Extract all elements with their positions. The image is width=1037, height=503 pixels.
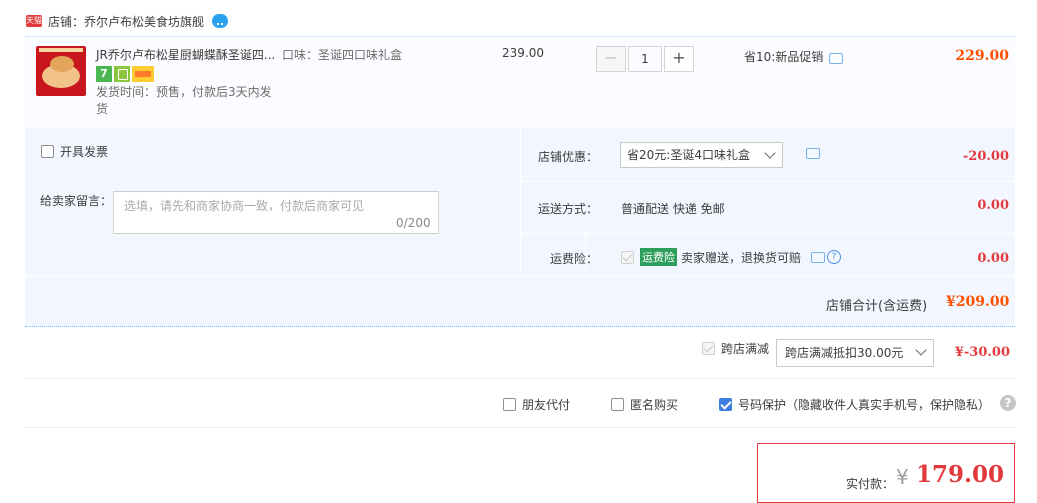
shop-discount-label: 店铺优惠：: [537, 150, 598, 164]
friend-pay-option[interactable]: 朋友代付: [503, 396, 570, 413]
insurance-amount: 0.00: [977, 251, 1009, 266]
cross-store-label: 跨店满减: [721, 342, 770, 356]
memo-label: 给卖家留言：: [40, 194, 113, 208]
message-icon[interactable]: [806, 148, 820, 159]
message-icon[interactable]: [829, 53, 844, 64]
cross-store-value: 跨店满减抵扣30.00元: [785, 346, 904, 360]
insurance-checkbox: [621, 250, 634, 264]
promo-text: 省10:新品促销: [744, 50, 824, 64]
insurance-text: 卖家赠送，退换货可赔: [681, 250, 802, 265]
ship-time: 发货时间：预售，付款后3天内发货: [96, 85, 272, 116]
cross-store-amount: ¥-30.00: [954, 345, 1010, 360]
invoice-label: 开具发票: [60, 145, 109, 159]
insurance-info: 运费险 卖家赠送，退换货可赔 ?: [621, 248, 842, 266]
insurance-label: 运费险：: [549, 252, 598, 266]
invoice-checkbox[interactable]: [41, 145, 54, 158]
divider: [25, 276, 1015, 277]
guarantee-icon: [114, 66, 130, 82]
qty-minus-button[interactable]: −: [596, 46, 626, 72]
seven-day-return-icon: 7: [96, 66, 112, 82]
number-protect-checkbox[interactable]: [719, 398, 732, 411]
product-thumbnail[interactable]: [36, 46, 86, 96]
memo-placeholder: 选填，请先和商家协商一致，付款后商家可见: [124, 199, 365, 213]
product-attribute: 口味：圣诞四口味礼盒: [282, 48, 403, 62]
service-icons: 7: [96, 66, 154, 82]
invoice-option[interactable]: 开具发票: [41, 143, 108, 160]
shop-discount-amount: -20.00: [962, 149, 1009, 164]
payment-currency: ¥: [896, 465, 909, 489]
quantity-stepper: − 1 +: [596, 46, 694, 72]
help-icon[interactable]: ?: [827, 250, 842, 264]
number-protect-label: 号码保护（隐藏收件人真实手机号，保护隐私）: [738, 398, 991, 412]
qty-plus-button[interactable]: +: [664, 46, 694, 72]
cross-store-select[interactable]: 跨店满减抵扣30.00元: [776, 339, 934, 367]
friend-pay-checkbox[interactable]: [503, 398, 516, 411]
shop-discount-value: 省20元:圣诞4口味礼盒: [627, 148, 750, 162]
number-protect-option[interactable]: 号码保护（隐藏收件人真实手机号，保护隐私）: [719, 396, 990, 413]
payment-amount: 179.00: [916, 461, 1005, 488]
shipping-method: 普通配送 快递 免邮: [621, 202, 725, 216]
product-title[interactable]: JR乔尔卢布松星厨蝴蝶酥圣诞四...: [96, 46, 275, 63]
promo-info: 省10:新品促销: [744, 48, 844, 65]
chevron-down-icon: [915, 344, 927, 356]
divider: [521, 233, 1015, 234]
shipping-amount: 0.00: [977, 198, 1009, 213]
divider: [25, 378, 1015, 379]
anonymous-label: 匿名购买: [630, 398, 679, 412]
anonymous-checkbox[interactable]: [611, 398, 624, 411]
item-total: 229.00: [955, 48, 1009, 64]
shop-header: 天猫 店铺：乔尔卢布松美食坊旗舰: [26, 10, 229, 32]
help-icon[interactable]: ?: [1000, 395, 1016, 411]
chat-icon[interactable]: [212, 14, 229, 28]
card-icon: [132, 66, 154, 82]
memo-char-count: 0/200: [396, 216, 431, 230]
payment-label: 实付款：: [846, 477, 895, 491]
cross-store-checkbox: [702, 342, 715, 355]
anonymous-option[interactable]: 匿名购买: [611, 396, 678, 413]
divider: [521, 181, 1015, 182]
subtotal-value: ¥209.00: [946, 294, 1010, 310]
shipping-label: 运送方式：: [537, 202, 598, 216]
qty-input[interactable]: 1: [628, 46, 662, 72]
subtotal-label: 店铺合计(含运费): [826, 299, 928, 314]
chevron-down-icon: [764, 147, 776, 159]
divider: [25, 427, 1015, 428]
insurance-badge: 运费险: [640, 248, 677, 266]
unit-price: 239.00: [502, 46, 544, 60]
message-icon[interactable]: [811, 251, 826, 263]
shop-name[interactable]: 店铺：乔尔卢布松美食坊旗舰: [48, 13, 204, 30]
friend-pay-label: 朋友代付: [522, 398, 571, 412]
tmall-icon: 天猫: [26, 15, 42, 27]
cross-store-option: 跨店满减: [702, 340, 769, 357]
shop-discount-select[interactable]: 省20元:圣诞4口味礼盒: [620, 142, 783, 168]
